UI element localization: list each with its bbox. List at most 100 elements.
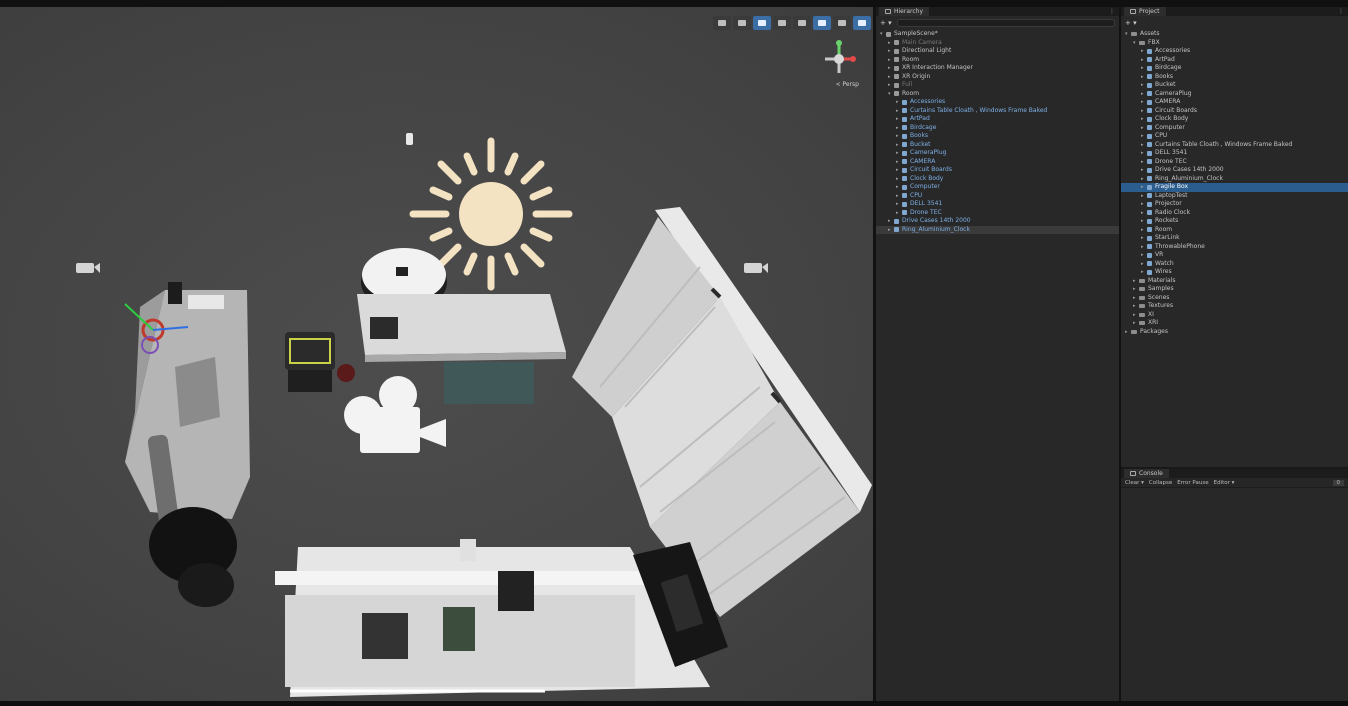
gizmos-icon[interactable] <box>833 16 851 30</box>
project-item[interactable]: ▸ CPU <box>1121 132 1348 141</box>
project-item[interactable]: ▸ Clock Body <box>1121 115 1348 124</box>
list-icon <box>885 9 891 14</box>
hierarchy-item[interactable]: ▸ Curtains Table Cloath , Windows Frame B… <box>876 107 1119 116</box>
project-item[interactable]: ▸ Samples <box>1121 285 1348 294</box>
project-item[interactable]: ▸ Watch <box>1121 260 1348 269</box>
hierarchy-item[interactable]: ▸ Ring_Aluminium_Clock <box>876 225 1119 234</box>
project-item[interactable]: ▸ Accessories <box>1121 47 1348 56</box>
projection-label[interactable]: < Persp <box>836 81 859 88</box>
left-table[interactable] <box>124 282 250 519</box>
hierarchy-add-button[interactable]: + ▾ <box>880 19 894 27</box>
project-item[interactable]: ▸ CameraPlug <box>1121 90 1348 99</box>
console-editor-dropdown[interactable]: Editor ▾ <box>1214 480 1235 486</box>
project-item[interactable]: ▸ Fragile Box <box>1121 183 1348 192</box>
project-item[interactable]: ▸ Room <box>1121 226 1348 235</box>
hierarchy-item[interactable]: ▸ Circuit Boards <box>876 166 1119 175</box>
prefab-icon <box>1147 184 1152 190</box>
hierarchy-item[interactable]: ▸ ArtPad <box>876 115 1119 124</box>
hierarchy-item[interactable]: ▸ CameraPlug <box>876 149 1119 158</box>
hierarchy-item[interactable]: ▸ XR Origin <box>876 73 1119 82</box>
project-item[interactable]: ▸ Bucket <box>1121 81 1348 90</box>
project-item[interactable]: ▸ Projector <box>1121 200 1348 209</box>
camera-icon[interactable] <box>813 16 831 30</box>
hierarchy-item[interactable]: ▸ Birdcage <box>876 124 1119 133</box>
orientation-gizmo[interactable] <box>817 39 861 99</box>
project-item[interactable]: ▸ ThrowablePhone <box>1121 243 1348 252</box>
tab-project[interactable]: Project <box>1124 7 1166 16</box>
project-item-label: Bucket <box>1155 81 1176 88</box>
console-clear-button[interactable]: Clear ▾ <box>1125 480 1144 486</box>
audio-icon[interactable] <box>733 16 751 30</box>
hierarchy-item-label: CPU <box>910 191 923 199</box>
scene-render <box>76 133 872 697</box>
hierarchy-item[interactable]: ▸ Main Camera <box>876 39 1119 48</box>
hierarchy-item[interactable]: ▸ Books <box>876 132 1119 141</box>
hierarchy-item[interactable]: ▸ Clock Body <box>876 175 1119 184</box>
project-item[interactable]: ▸ Ring_Aluminium_Clock <box>1121 175 1348 184</box>
globe-icon-glyph <box>858 20 866 26</box>
project-item[interactable]: ▸ XRI <box>1121 319 1348 328</box>
console-error-pause-button[interactable]: Error Pause <box>1177 480 1208 486</box>
prefab-icon <box>902 116 907 122</box>
hierarchy-item[interactable]: ▾ SampleScene* <box>876 30 1119 39</box>
project-item[interactable]: ▸ LaptopTest <box>1121 192 1348 201</box>
project-item[interactable]: ▸ StarLink <box>1121 234 1348 243</box>
project-item-label: LaptopTest <box>1155 191 1188 199</box>
hierarchy-item[interactable]: ▸ Drone TEC <box>876 209 1119 218</box>
project-item[interactable]: ▾ Assets <box>1121 30 1348 39</box>
light-icon[interactable] <box>753 16 771 30</box>
project-item[interactable]: ▸ VR <box>1121 251 1348 260</box>
console-collapse-button[interactable]: Collapse <box>1149 480 1172 486</box>
project-item[interactable]: ▸ Wires <box>1121 268 1348 277</box>
effects-icon[interactable] <box>773 16 791 30</box>
camera-small-right-icon[interactable] <box>744 263 768 273</box>
project-add-button[interactable]: + ▾ <box>1125 19 1139 27</box>
camera-small-left-icon[interactable] <box>76 263 100 273</box>
globe-icon[interactable] <box>853 16 871 30</box>
project-item[interactable]: ▸ Drone TEC <box>1121 158 1348 167</box>
project-item[interactable]: ▸ Rockets <box>1121 217 1348 226</box>
hierarchy-item[interactable]: ▸ Full <box>876 81 1119 90</box>
bottom-shelf[interactable] <box>275 539 728 697</box>
chair[interactable] <box>285 332 355 392</box>
hierarchy-item[interactable]: ▸ Computer <box>876 183 1119 192</box>
hierarchy-item[interactable]: ▸ Bucket <box>876 141 1119 150</box>
project-item[interactable]: ▸ Drive Cases 14th 2000 <box>1121 166 1348 175</box>
hierarchy-item[interactable]: ▸ CAMERA <box>876 158 1119 167</box>
light-bulb-icon[interactable] <box>406 133 413 145</box>
project-item[interactable]: ▸ Curtains Table Cloath , Windows Frame B… <box>1121 141 1348 150</box>
gizmo-toggle-icon[interactable] <box>713 16 731 30</box>
hierarchy-search-input[interactable] <box>897 19 1115 27</box>
visibility-icon[interactable] <box>793 16 811 30</box>
hierarchy-item[interactable]: ▸ DELL 3541 <box>876 200 1119 209</box>
project-item[interactable]: ▸ Packages <box>1121 328 1348 337</box>
project-item[interactable]: ▸ Materials <box>1121 277 1348 286</box>
project-item[interactable]: ▸ Computer <box>1121 124 1348 133</box>
hierarchy-item[interactable]: ▸ XR Interaction Manager <box>876 64 1119 73</box>
console-count-badge[interactable]: 0 <box>1332 479 1344 486</box>
camera-gizmo-icon[interactable] <box>344 376 446 453</box>
hierarchy-item[interactable]: ▾ Room <box>876 90 1119 99</box>
project-item[interactable]: ▾ FBX <box>1121 39 1348 48</box>
project-item[interactable]: ▸ CAMERA <box>1121 98 1348 107</box>
gameobject-icon <box>894 48 899 54</box>
project-item[interactable]: ▸ Radio Clock <box>1121 209 1348 218</box>
project-item[interactable]: ▸ Books <box>1121 73 1348 82</box>
project-item[interactable]: ▸ Circuit Boards <box>1121 107 1348 116</box>
scene-view[interactable]: < Persp <box>0 7 873 701</box>
project-menu-icon[interactable]: ⋮ <box>1338 8 1344 15</box>
hierarchy-item[interactable]: ▸ Room <box>876 56 1119 65</box>
hierarchy-item[interactable]: ▸ CPU <box>876 192 1119 201</box>
hierarchy-item[interactable]: ▸ Accessories <box>876 98 1119 107</box>
project-item[interactable]: ▸ ArtPad <box>1121 56 1348 65</box>
project-item[interactable]: ▸ DELL 3541 <box>1121 149 1348 158</box>
tab-console[interactable]: Console <box>1124 469 1169 478</box>
project-item[interactable]: ▸ Scenes <box>1121 294 1348 303</box>
project-item[interactable]: ▸ Birdcage <box>1121 64 1348 73</box>
hierarchy-item[interactable]: ▸ Drive Cases 14th 2000 <box>876 217 1119 226</box>
tab-hierarchy[interactable]: Hierarchy <box>879 7 930 16</box>
project-item[interactable]: ▸ XI <box>1121 311 1348 320</box>
project-item[interactable]: ▸ Textures <box>1121 302 1348 311</box>
hierarchy-item[interactable]: ▸ Directional Light <box>876 47 1119 56</box>
hierarchy-menu-icon[interactable]: ⋮ <box>1109 8 1115 15</box>
